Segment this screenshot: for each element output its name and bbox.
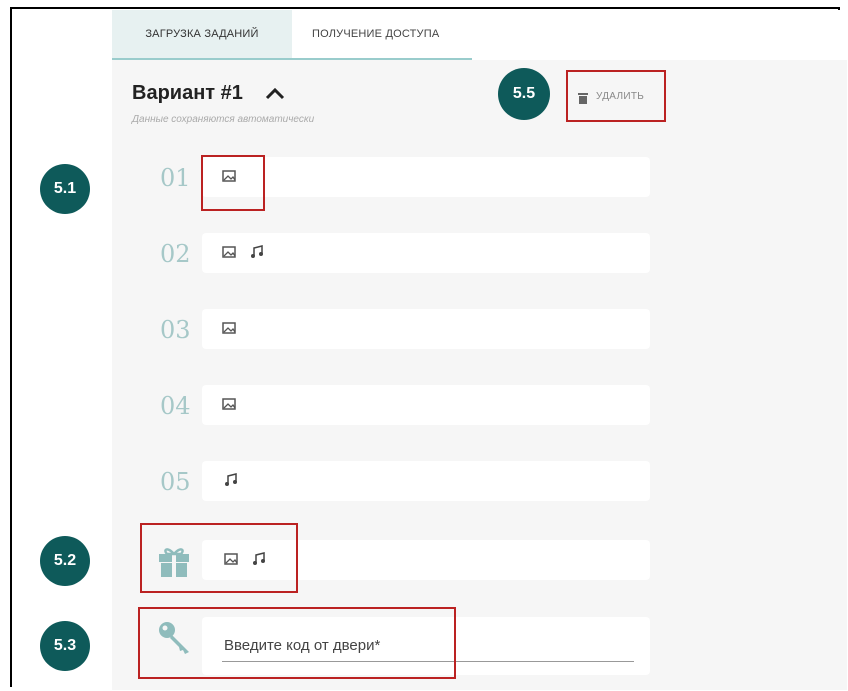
variant-title: Вариант #1	[132, 82, 243, 104]
trash-icon	[578, 93, 588, 104]
image-icon[interactable]	[222, 245, 236, 259]
task-number: 04	[160, 392, 191, 420]
chevron-up-icon[interactable]	[264, 84, 286, 104]
image-icon[interactable]	[222, 321, 236, 335]
task-number: 05	[160, 468, 191, 496]
task-card[interactable]	[202, 233, 650, 273]
task-number: 02	[160, 240, 191, 268]
music-icon[interactable]	[250, 245, 264, 259]
delete-button[interactable]: УДАЛИТЬ	[566, 70, 666, 122]
image-icon[interactable]	[222, 397, 236, 411]
task-number: 03	[160, 316, 191, 344]
tab-underline	[112, 58, 472, 60]
tab-bar: ЗАГРУЗКА ЗАДАНИЙ ПОЛУЧЕНИЕ ДОСТУПА	[112, 10, 847, 60]
autosave-note: Данные сохраняются автоматически	[132, 114, 315, 125]
tab-access[interactable]: ПОЛУЧЕНИЕ ДОСТУПА	[312, 10, 462, 58]
music-icon[interactable]	[224, 473, 238, 487]
highlight-box	[140, 523, 298, 593]
task-card[interactable]	[202, 157, 650, 197]
highlight-box	[201, 155, 265, 211]
callout-badge: 5.3	[40, 621, 90, 671]
callout-badge: 5.2	[40, 536, 90, 586]
task-number: 01	[160, 164, 191, 192]
delete-label: УДАЛИТЬ	[596, 91, 645, 102]
task-card[interactable]	[202, 461, 650, 501]
tab-upload-tasks[interactable]: ЗАГРУЗКА ЗАДАНИЙ	[112, 10, 292, 58]
callout-badge: 5.5	[498, 68, 550, 120]
task-card[interactable]	[202, 309, 650, 349]
callout-badge: 5.1	[40, 164, 90, 214]
task-card[interactable]	[202, 385, 650, 425]
highlight-box	[138, 607, 456, 679]
